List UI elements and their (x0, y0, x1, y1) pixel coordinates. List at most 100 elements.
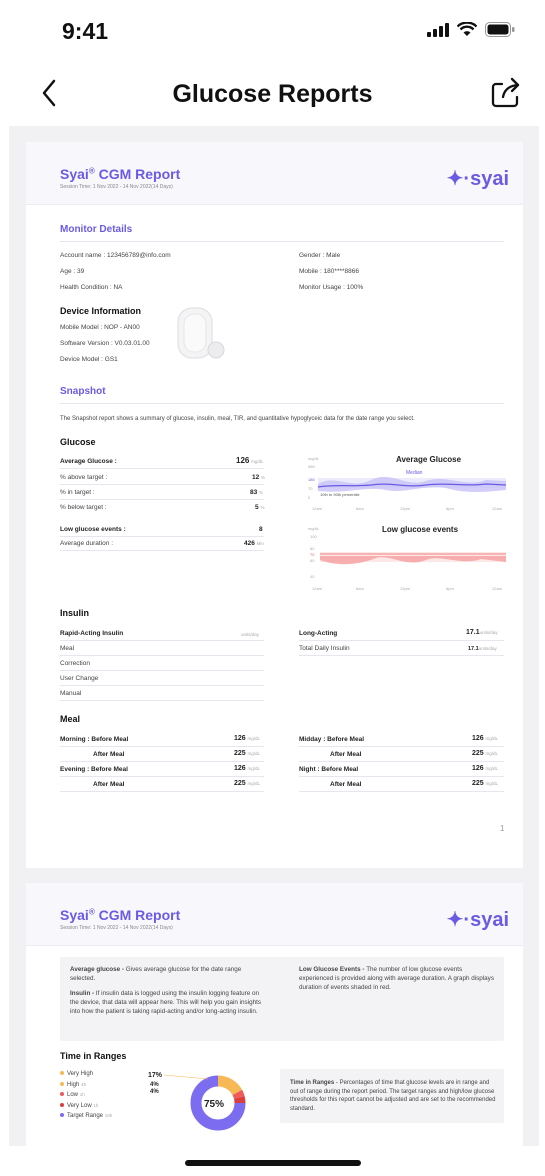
in-target-value: 83 % (250, 489, 264, 496)
low-events-label: Low glucose events : (60, 526, 126, 533)
insulin-row: Meal (60, 645, 75, 652)
divider (60, 241, 504, 242)
avg-chart-unit: mg/dL (308, 456, 320, 461)
status-bar: 9:41 (0, 0, 545, 64)
report-header: Syai® CGM Report Session Time: 1 Nov 202… (26, 883, 523, 946)
above-target-value: 12 % (252, 474, 266, 481)
y-tick: 180 (308, 477, 315, 482)
snapshot-heading: Snapshot (60, 386, 106, 397)
night-before-value: 126 mg/dL (472, 765, 499, 772)
avg-duration-value: 426 Min (244, 540, 264, 547)
legend-very-high: Very High (60, 1069, 112, 1080)
legend-target-range: Target Range 18h (60, 1111, 112, 1122)
morning-after-label: After Meal (93, 751, 125, 758)
evening-after-value: 225 mg/dL (234, 780, 261, 787)
donut-slice-very-low (233, 1096, 246, 1104)
mobile: Mobile : 180****8866 (299, 268, 359, 275)
average-glucose-note: Average glucose - Gives average glucose … (70, 966, 242, 982)
report-page-1: Syai® CGM Report Session Time: 1 Nov 202… (26, 142, 523, 868)
time-in-ranges-donut: 17% 4%4% 75% (148, 1072, 246, 1131)
tir-label-very-high: 17% (148, 1072, 163, 1079)
tir-leader-line (163, 1074, 209, 1080)
night-after-label: After Meal (330, 781, 362, 788)
above-target-label: % above target : (60, 474, 108, 481)
y-tick: 40 (310, 574, 315, 579)
in-target-label: % in target : (60, 489, 95, 496)
x-tick: 12pm (400, 506, 411, 511)
battery-icon (485, 22, 515, 37)
morning-before-value: 126 mg/dL (234, 735, 261, 742)
time-in-ranges-heading: Time in Ranges (60, 1051, 127, 1061)
x-tick: 6am (356, 586, 364, 591)
total-daily-value: 17.1units/day (468, 646, 497, 652)
low-events-value: 8 (259, 526, 263, 533)
insulin-row: Correction (60, 660, 90, 667)
insulin-row: User Change (60, 675, 99, 682)
health-condition: Health Condition : NA (60, 284, 123, 291)
share-icon[interactable] (489, 76, 523, 110)
average-glucose-chart: Average Glucose mg/dL 350 180 70 0 Media… (308, 455, 506, 511)
x-tick: 12pm (400, 586, 411, 591)
tir-label-low: 4% (150, 1089, 159, 1095)
page-number: 1 (500, 824, 505, 833)
x-tick: 6am (356, 506, 364, 511)
avg-chart-title: Average Glucose (396, 455, 462, 464)
insulin-heading: Insulin (60, 608, 89, 618)
night-before-label: Night : Before Meal (299, 766, 359, 773)
y-tick: 60 (310, 558, 315, 563)
signal-icon (427, 22, 449, 37)
x-tick: 6pm (446, 586, 454, 591)
monitor-details-heading: Monitor Details (60, 224, 133, 235)
night-after-value: 225 mg/dL (472, 780, 499, 787)
legend-very-low: Very Low 1h (60, 1101, 112, 1112)
tir-label-high: 4% (150, 1082, 159, 1088)
below-target-value: 5 % (255, 504, 265, 511)
rapid-acting-label: Rapid-Acting Insulin (60, 630, 124, 637)
y-tick: 100 (310, 534, 317, 539)
low-chart-unit: mg/dL (308, 526, 320, 531)
syai-logo: ✦·syai (446, 168, 509, 190)
percentile-label: 10th to 90th percentile (320, 492, 360, 497)
monitor-usage: Monitor Usage : 100% (299, 284, 364, 291)
snapshot-description: The Snapshot report shows a summary of g… (60, 416, 415, 422)
x-tick: 12am (312, 586, 323, 591)
morning-after-value: 225 mg/dL (234, 750, 261, 757)
y-tick: 70 (308, 486, 313, 491)
median-label: Median (406, 470, 423, 476)
tir-center-label: 75% (204, 1099, 224, 1110)
syai-logo: ✦·syai (446, 909, 509, 931)
home-indicator[interactable] (185, 1160, 361, 1166)
device-info-heading: Device Information (60, 306, 142, 316)
rapid-acting-unit: units/day (241, 632, 260, 637)
y-tick: 350 (308, 464, 315, 469)
session-time: Session Time: 1 Nov 2022 - 14 Nov 2022(1… (60, 925, 173, 931)
low-glucose-note: Low Glucose Events - The number of low g… (299, 966, 494, 991)
midday-before-value: 126 mg/dL (472, 735, 499, 742)
status-icons (427, 22, 515, 37)
legend-low: Low 1h (60, 1090, 112, 1101)
x-tick: 6pm (446, 506, 454, 511)
x-tick: 12am (312, 506, 323, 511)
wifi-icon (457, 22, 477, 36)
y-tick: 0 (308, 495, 311, 500)
low-chart-title: Low glucose events (382, 525, 459, 534)
session-time: Session Time: 1 Nov 2022 - 14 Nov 2022(1… (60, 184, 173, 190)
midday-before-label: Midday : Before Meal (299, 736, 365, 743)
age: Age : 39 (60, 268, 85, 275)
page-title: Glucose Reports (172, 80, 373, 108)
avg-duration-label: Average duration : (60, 540, 113, 547)
nav-bar: Glucose Reports (0, 66, 545, 124)
report-preview[interactable]: Syai® CGM Report Session Time: 1 Nov 202… (9, 126, 539, 1146)
evening-after-label: After Meal (93, 781, 125, 788)
midday-after-value: 225 mg/dL (472, 750, 499, 757)
donut-slice-high (217, 1075, 243, 1096)
evening-before-label: Evening : Before Meal (60, 766, 128, 773)
insulin-row: Manual (60, 690, 82, 697)
glucose-heading: Glucose (60, 437, 96, 447)
morning-before-label: Morning : Before Meal (60, 736, 129, 743)
midday-after-label: After Meal (330, 751, 362, 758)
long-acting-label: Long-Acting (299, 630, 338, 637)
x-tick: 12am (492, 586, 503, 591)
report-title: Syai® CGM Report (60, 166, 181, 182)
software-version: Software Version : V0.03.01.00 (60, 340, 150, 347)
